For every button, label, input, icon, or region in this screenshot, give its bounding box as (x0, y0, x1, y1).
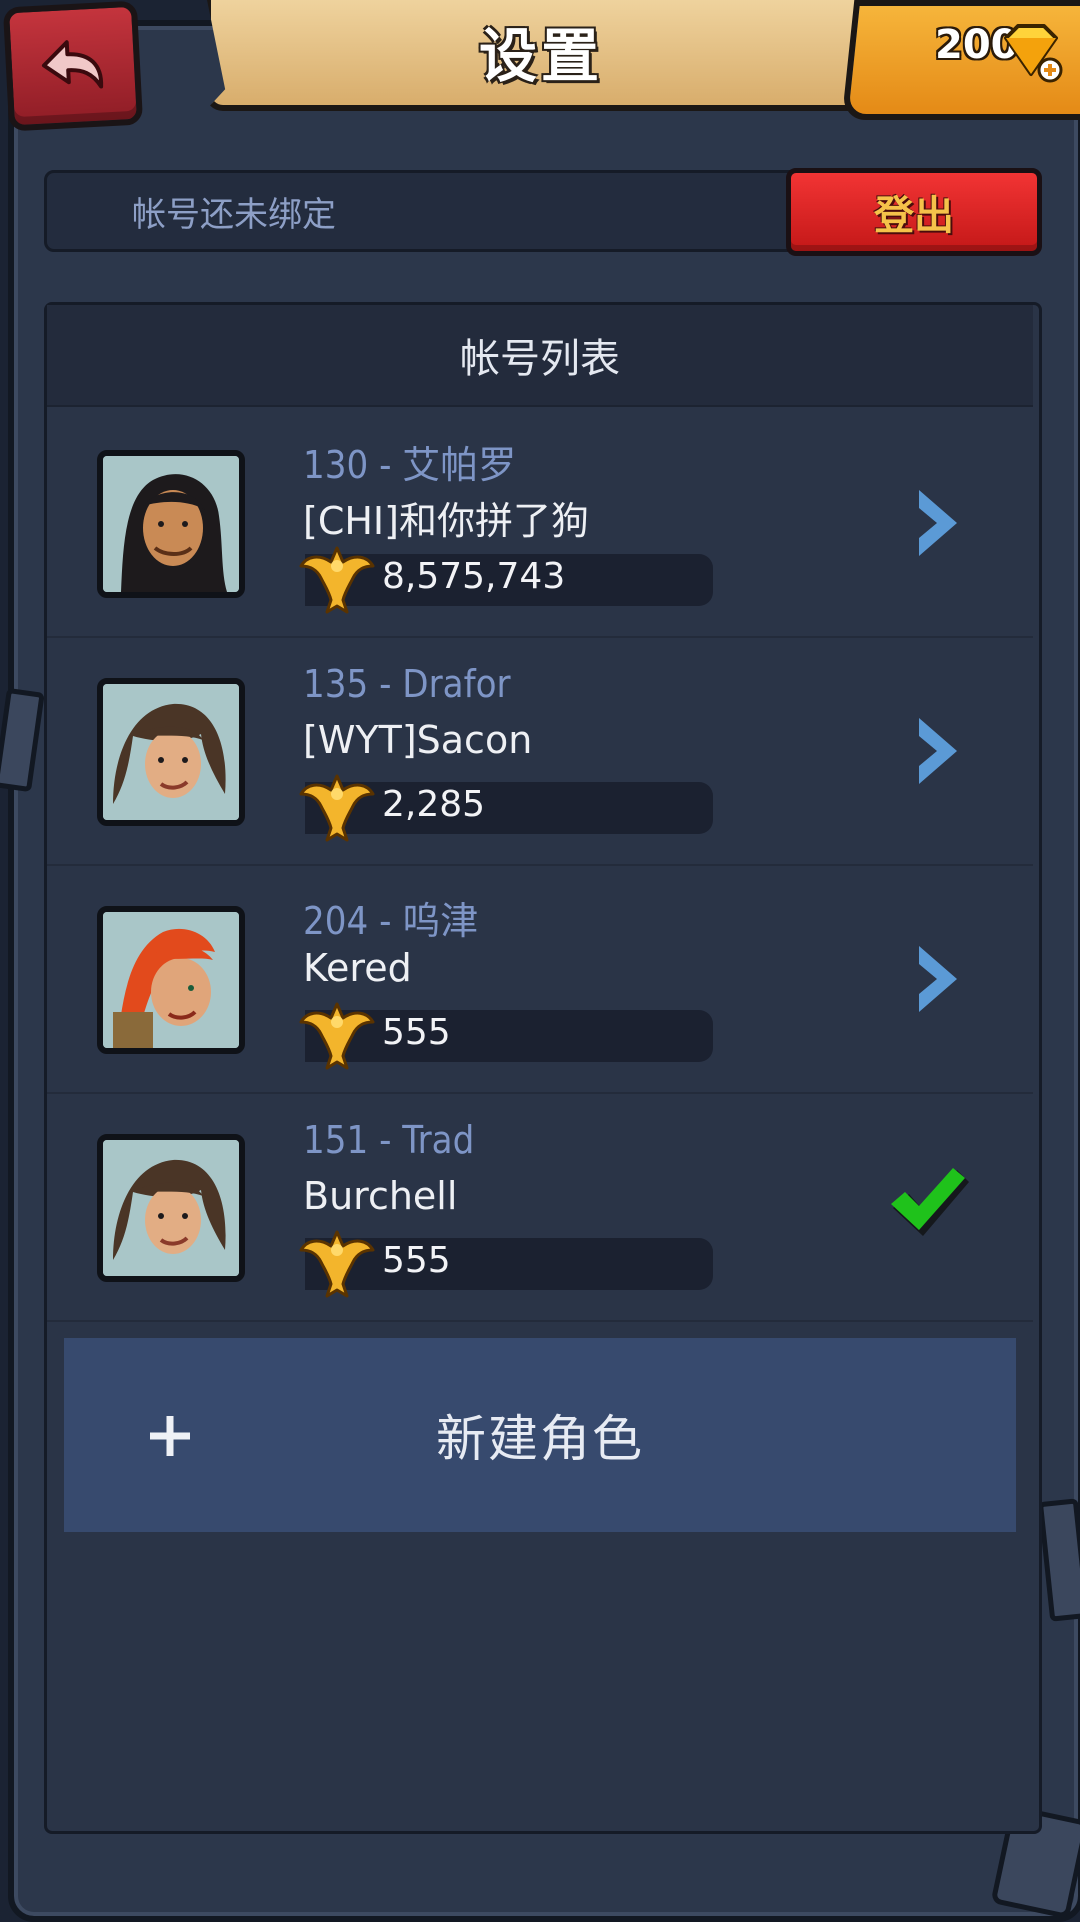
checkmark-icon (891, 1168, 969, 1236)
account-row[interactable]: 135 - Drafor [WYT]Sacon 2,285 (47, 638, 1033, 866)
server-label: 204 - 呜津 (303, 899, 479, 943)
hero-avatar (97, 678, 245, 826)
chevron-right-icon[interactable] (913, 486, 963, 560)
server-label: 130 - 艾帕罗 (303, 443, 517, 487)
eagle-emblem-icon (299, 1230, 375, 1298)
account-row[interactable]: 204 - 呜津 Kered 555 (47, 866, 1033, 1094)
character-name: Kered (303, 946, 412, 990)
hero-avatar (97, 906, 245, 1054)
account-row-selected[interactable]: 151 - Trad Burchell 555 (47, 1094, 1033, 1322)
logout-button[interactable]: 登出 (786, 168, 1042, 256)
back-arrow-icon (41, 40, 104, 89)
account-status-text: 帐号还未绑定 (132, 195, 336, 235)
title-banner: 设置 (205, 0, 877, 111)
server-label: 135 - Drafor (303, 662, 511, 706)
eagle-emblem-icon (299, 546, 375, 614)
eagle-emblem-icon (299, 1002, 375, 1070)
gem-plus-icon[interactable] (998, 22, 1064, 84)
power-value: 555 (382, 1012, 451, 1053)
account-row[interactable]: 130 - 艾帕罗 [CHI]和你拼了狗 8,575,743 (47, 410, 1033, 638)
chevron-right-icon[interactable] (913, 942, 963, 1016)
power-value: 2,285 (382, 784, 486, 825)
power-value: 555 (382, 1240, 451, 1281)
account-list-header: 帐号列表 (47, 305, 1033, 407)
new-character-button[interactable]: 新建角色 (64, 1338, 1016, 1532)
power-value: 8,575,743 (382, 556, 566, 597)
hero-avatar (97, 1134, 245, 1282)
account-list-title: 帐号列表 (460, 336, 620, 382)
eagle-emblem-icon (299, 774, 375, 842)
plus-icon (150, 1416, 190, 1456)
new-character-label: 新建角色 (436, 1410, 644, 1468)
character-name: Burchell (303, 1174, 458, 1218)
page-title: 设置 (478, 21, 603, 90)
hero-avatar (97, 450, 245, 598)
back-button[interactable] (2, 0, 144, 132)
character-name: [WYT]Sacon (303, 718, 533, 762)
server-label: 151 - Trad (303, 1118, 475, 1162)
chevron-right-icon[interactable] (913, 714, 963, 788)
character-name: [CHI]和你拼了狗 (303, 499, 589, 543)
logout-label: 登出 (874, 193, 954, 239)
